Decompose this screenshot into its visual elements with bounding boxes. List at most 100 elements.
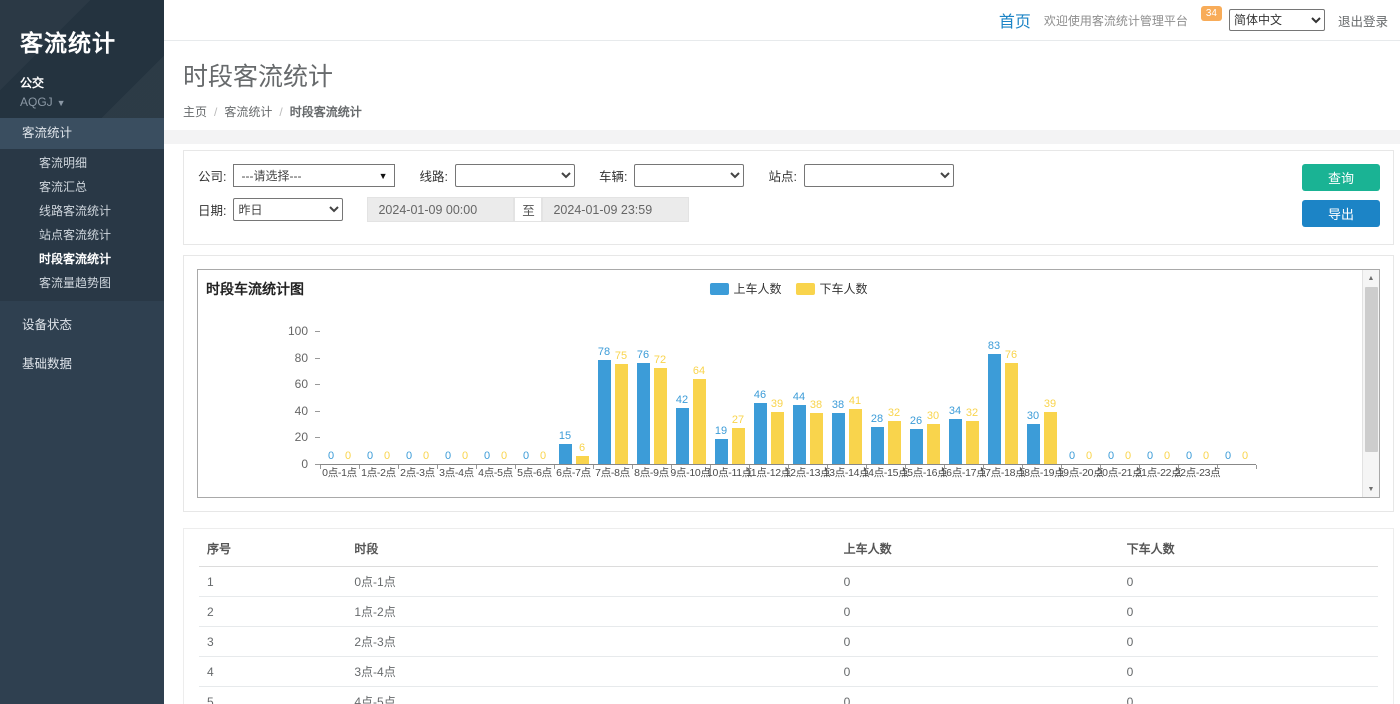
bar (832, 413, 845, 464)
vehicle-select[interactable] (634, 164, 744, 187)
x-axis-label: 6点-7点 (554, 465, 593, 482)
bar (693, 379, 706, 464)
bar-group: 8376 (983, 340, 1022, 464)
table-cell: 0 (1119, 597, 1378, 627)
breadcrumb-section[interactable]: 客流统计 (224, 105, 272, 119)
table-cell: 1 (199, 567, 346, 597)
bar-value-label: 28 (871, 413, 883, 425)
scroll-down-icon[interactable]: ▼ (1363, 481, 1379, 497)
table-row: 54点-5点00 (199, 687, 1378, 704)
x-axis-label: 9点-10点 (671, 465, 710, 482)
sidebar-subitem[interactable]: 客流明细 (0, 151, 164, 175)
bar-group: 00 (320, 450, 359, 464)
legend-item[interactable]: 上车人数 (709, 280, 781, 297)
bar-value-label: 38 (832, 399, 844, 411)
table-cell: 5 (199, 687, 346, 704)
date-preset-select[interactable]: 昨日 (233, 198, 343, 221)
language-select[interactable]: 简体中文 (1229, 9, 1325, 31)
bar-value-label: 41 (849, 395, 861, 407)
bar (793, 405, 806, 464)
chart-vertical-scrollbar[interactable]: ▲ ▼ (1362, 270, 1379, 497)
bar-group: 4438 (788, 391, 827, 464)
table-cell: 0 (836, 567, 1119, 597)
bar (810, 413, 823, 464)
bar-value-label: 0 (1242, 450, 1248, 462)
bar (910, 429, 923, 464)
col-header-boarding: 上车人数 (836, 529, 1119, 567)
chevron-down-icon: ▼ (57, 98, 66, 108)
x-axis-label: 19点-20点 (1061, 465, 1100, 482)
sidebar-item[interactable]: 基础数据 (0, 349, 164, 379)
bar-group: 00 (359, 450, 398, 464)
line-select[interactable] (455, 164, 575, 187)
table-cell: 0 (1119, 567, 1378, 597)
bar-value-label: 44 (793, 391, 805, 403)
date-from-input[interactable] (367, 197, 514, 222)
bar (559, 444, 572, 464)
sidebar-subitem[interactable]: 时段客流统计 (0, 247, 164, 271)
sidebar-subitem[interactable]: 客流量趋势图 (0, 271, 164, 295)
bar-value-label: 6 (579, 442, 585, 454)
bar-group: 00 (1139, 450, 1178, 464)
x-axis-label: 18点-19点 (1022, 465, 1061, 482)
x-axis-label: 3点-4点 (437, 465, 476, 482)
bar-value-label: 0 (523, 450, 529, 462)
export-button[interactable]: 导出 (1302, 200, 1380, 227)
table-cell: 4点-5点 (346, 687, 835, 704)
company-label: 公司: (198, 166, 226, 185)
table-cell: 0 (836, 687, 1119, 704)
home-link[interactable]: 首页 (999, 8, 1031, 32)
bar-group: 1927 (710, 414, 749, 464)
sidebar-subitem[interactable]: 客流汇总 (0, 175, 164, 199)
bar-value-label: 39 (771, 398, 783, 410)
user-menu[interactable]: AQGJ▼ (20, 95, 164, 109)
sidebar-subitem[interactable]: 站点客流统计 (0, 223, 164, 247)
col-header-period: 时段 (346, 529, 835, 567)
bar (576, 456, 589, 464)
bar (598, 360, 611, 464)
bar-group: 00 (437, 450, 476, 464)
breadcrumb-current: 时段客流统计 (290, 105, 362, 119)
sidebar-item-passenger-stats[interactable]: 客流统计 (0, 118, 164, 149)
bar-value-label: 76 (637, 349, 649, 361)
x-axis-label: 8点-9点 (632, 465, 671, 482)
data-table: 序号 时段 上车人数 下车人数 10点-1点0021点-2点0032点-3点00… (199, 529, 1378, 704)
scroll-up-icon[interactable]: ▲ (1363, 270, 1379, 286)
bar-group: 4639 (749, 389, 788, 464)
breadcrumb-home[interactable]: 主页 (183, 105, 207, 119)
bar-value-label: 0 (540, 450, 546, 462)
station-select[interactable] (804, 164, 954, 187)
bar-value-label: 32 (888, 407, 900, 419)
x-axis-label: 7点-8点 (593, 465, 632, 482)
bar-group: 3432 (944, 405, 983, 464)
bar-value-label: 76 (1005, 349, 1017, 361)
table-cell: 0 (1119, 687, 1378, 704)
legend-item[interactable]: 下车人数 (796, 280, 868, 297)
bar-value-label: 78 (598, 346, 610, 358)
sidebar-subitem[interactable]: 线路客流统计 (0, 199, 164, 223)
bar-value-label: 64 (693, 365, 705, 377)
scrollbar-thumb[interactable] (1365, 287, 1378, 452)
page-heading: 时段客流统计 主页/客流统计/时段客流统计 (164, 41, 1400, 130)
table-row: 32点-3点00 (199, 627, 1378, 657)
station-label: 站点: (768, 166, 796, 185)
bar-group: 00 (1178, 450, 1217, 464)
bar-value-label: 0 (1108, 450, 1114, 462)
x-axis-label: 17点-18点 (983, 465, 1022, 482)
table-header-row: 序号 时段 上车人数 下车人数 (199, 529, 1378, 567)
query-button[interactable]: 查询 (1302, 164, 1380, 191)
logout-link[interactable]: 退出登录 (1338, 11, 1388, 30)
date-to-input[interactable] (542, 197, 689, 222)
bar-group: 4264 (671, 365, 710, 464)
x-axis-label: 2点-3点 (398, 465, 437, 482)
table-cell: 0 (836, 657, 1119, 687)
x-axis-label: 15点-16点 (905, 465, 944, 482)
filter-panel: 公司: ---请选择--- ▼ 线路: 车辆: 站点: 日期: 昨日 至 (183, 150, 1394, 245)
bar-value-label: 15 (559, 430, 571, 442)
bar (1027, 424, 1040, 464)
y-axis: 020406080100 (206, 332, 320, 465)
company-select[interactable]: ---请选择--- ▼ (233, 164, 395, 187)
sidebar-nav: 客流统计 客流明细客流汇总线路客流统计站点客流统计时段客流统计客流量趋势图 设备… (0, 118, 164, 379)
sidebar-item[interactable]: 设备状态 (0, 310, 164, 340)
bar-value-label: 0 (1225, 450, 1231, 462)
